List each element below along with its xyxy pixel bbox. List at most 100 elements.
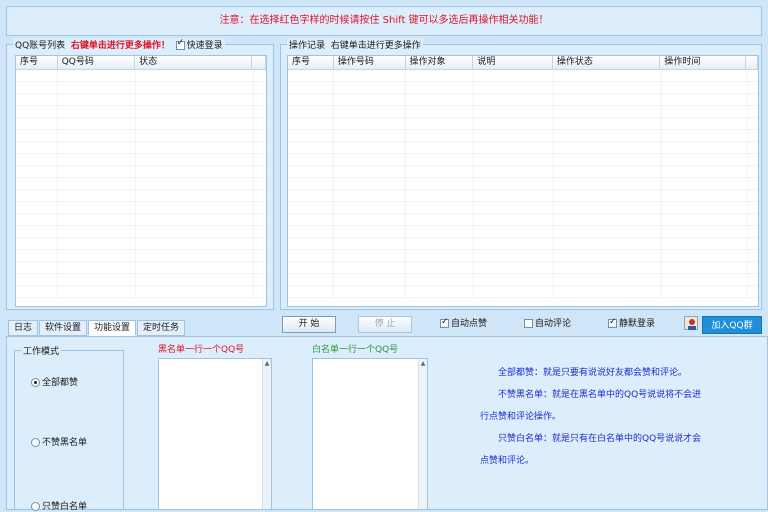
table-cell <box>406 154 474 165</box>
table-cell <box>58 202 136 213</box>
account-table[interactable]: 序号 QQ号码 状态 <box>15 55 267 307</box>
table-cell <box>474 118 554 129</box>
table-cell <box>288 94 334 105</box>
scroll-up-icon[interactable]: ▲ <box>419 359 427 368</box>
table-cell <box>554 166 662 177</box>
table-cell <box>554 190 662 201</box>
column-header[interactable]: 状态 <box>135 56 253 69</box>
table-cell <box>288 154 334 165</box>
table-cell <box>58 274 136 285</box>
table-cell <box>406 214 474 225</box>
table-cell <box>662 238 748 249</box>
blacklist-scrollbar[interactable]: ▲ <box>262 359 271 509</box>
mode-only-whitelist[interactable]: 只赞白名单 <box>31 499 87 512</box>
table-row <box>288 130 758 142</box>
table-cell <box>16 154 58 165</box>
description-line: 全部都赞：就是只要有说说好友都会赞和评论。 <box>498 368 688 378</box>
whitelist-scrollbar[interactable]: ▲ <box>418 359 427 509</box>
work-mode-title: 工作模式 <box>21 344 62 357</box>
column-header[interactable]: 操作时间 <box>660 56 747 69</box>
table-row <box>16 202 266 214</box>
table-cell <box>288 118 334 129</box>
tab-log[interactable]: 日志 <box>8 320 39 336</box>
table-row <box>16 154 266 166</box>
auto-like-checkbox[interactable]: 自动点赞 <box>440 316 487 330</box>
column-header[interactable]: 操作号码 <box>334 56 406 69</box>
account-table-header: 序号 QQ号码 状态 <box>16 56 266 70</box>
table-cell <box>474 94 554 105</box>
table-cell <box>406 286 474 297</box>
table-row <box>288 70 758 82</box>
table-row <box>16 262 266 274</box>
column-header[interactable]: 序号 <box>288 56 334 69</box>
table-cell <box>406 190 474 201</box>
operation-table-body <box>288 70 758 306</box>
table-cell <box>136 262 254 273</box>
operation-table[interactable]: 序号 操作号码 操作对象 说明 操作状态 操作时间 <box>287 55 759 307</box>
settings-tabs: 日志 软件设置 功能设置 定时任务 <box>8 320 186 336</box>
blacklist-textarea[interactable]: ▲ <box>158 358 272 510</box>
table-cell <box>58 94 136 105</box>
table-cell <box>16 70 58 81</box>
join-qq-group-button[interactable]: 加入QQ群 <box>702 316 762 334</box>
mode-description: 全部都赞：就是只要有说说好友都会赞和评论。 不赞黑名单：就是在黑名单中的QQ号说… <box>480 362 710 472</box>
column-header[interactable]: 说明 <box>473 56 553 69</box>
table-cell <box>58 142 136 153</box>
tab-scheduled-tasks[interactable]: 定时任务 <box>137 320 186 336</box>
mode-like-all[interactable]: 全部都赞 <box>31 375 78 388</box>
tab-software-settings[interactable]: 软件设置 <box>39 320 88 336</box>
column-header-extra <box>746 56 758 69</box>
table-cell <box>554 286 662 297</box>
table-cell <box>136 202 254 213</box>
mode-skip-blacklist[interactable]: 不赞黑名单 <box>31 435 87 448</box>
silent-login-checkbox[interactable]: 静默登录 <box>608 316 655 330</box>
scroll-up-icon[interactable]: ▲ <box>263 359 271 368</box>
start-button[interactable]: 开 始 <box>282 316 336 333</box>
table-cell <box>334 202 406 213</box>
person-icon-svg <box>688 319 696 330</box>
table-cell <box>16 286 58 297</box>
table-cell <box>16 238 58 249</box>
table-cell <box>406 94 474 105</box>
table-cell <box>136 70 254 81</box>
stop-button[interactable]: 停 止 <box>358 316 412 333</box>
table-cell <box>406 130 474 141</box>
table-cell <box>662 142 748 153</box>
table-cell <box>16 190 58 201</box>
table-row <box>288 82 758 94</box>
table-row <box>288 214 758 226</box>
table-row <box>16 190 266 202</box>
auto-comment-checkbox[interactable]: 自动评论 <box>524 318 571 330</box>
column-header[interactable]: 序号 <box>16 56 58 69</box>
table-cell <box>136 154 254 165</box>
table-cell <box>16 166 58 177</box>
table-cell <box>662 70 748 81</box>
person-icon[interactable] <box>684 316 698 330</box>
tab-function-settings[interactable]: 功能设置 <box>88 320 137 336</box>
table-cell <box>16 202 58 213</box>
table-cell <box>136 238 254 249</box>
table-cell <box>58 166 136 177</box>
whitelist-textarea[interactable]: ▲ <box>312 358 428 510</box>
table-row <box>288 94 758 106</box>
table-cell <box>554 262 662 273</box>
table-cell <box>554 202 662 213</box>
checkbox-icon <box>608 316 617 328</box>
column-header[interactable]: 操作状态 <box>553 56 661 69</box>
table-cell <box>406 70 474 81</box>
table-cell <box>334 118 406 129</box>
table-cell <box>136 130 254 141</box>
table-cell <box>334 106 406 117</box>
radio-icon <box>31 438 40 447</box>
table-cell <box>334 262 406 273</box>
account-table-body <box>16 70 266 306</box>
table-cell <box>58 82 136 93</box>
column-header[interactable]: QQ号码 <box>58 56 136 69</box>
table-cell <box>288 262 334 273</box>
table-cell <box>554 118 662 129</box>
table-cell <box>58 118 136 129</box>
quick-login-checkbox[interactable]: 快速登录 <box>175 38 223 51</box>
column-header[interactable]: 操作对象 <box>406 56 474 69</box>
table-cell <box>136 250 254 261</box>
table-row <box>288 286 758 298</box>
